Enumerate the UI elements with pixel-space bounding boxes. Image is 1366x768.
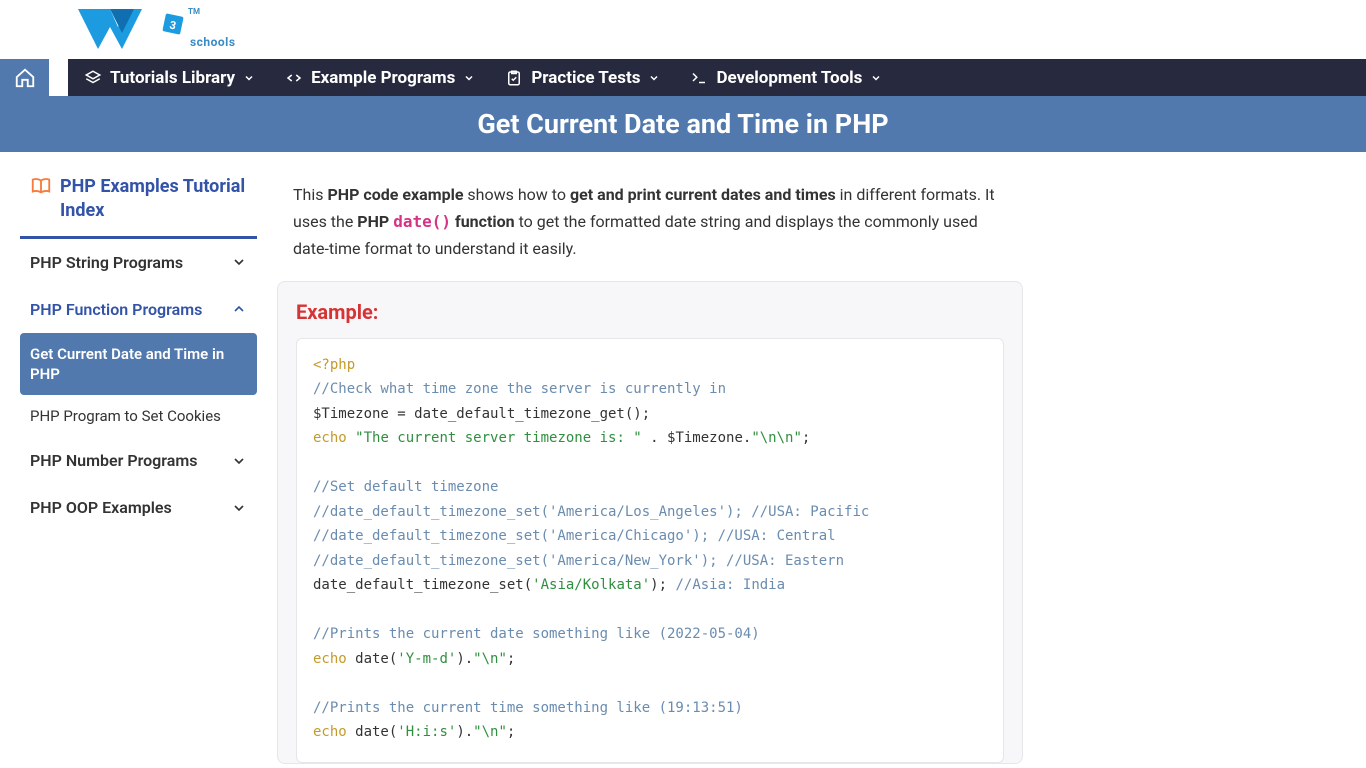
nav-practice-tests[interactable]: Practice Tests <box>505 68 660 88</box>
home-button[interactable] <box>0 59 49 96</box>
chevron-down-icon <box>243 72 255 84</box>
chevron-down-icon <box>231 453 247 469</box>
sidebar: PHP Examples Tutorial Index PHP String P… <box>20 171 257 531</box>
code-block[interactable]: <?php //Check what time zone the server … <box>296 338 1004 763</box>
chevron-down-icon <box>231 500 247 516</box>
brand-logo[interactable]: 3 TM schools <box>78 5 218 55</box>
chevron-up-icon <box>231 301 247 317</box>
main-content: This PHP code example shows how to get a… <box>277 171 1023 764</box>
inline-code-date-fn: date() <box>393 212 451 231</box>
sidebar-section-function-programs[interactable]: PHP Function Programs <box>20 286 257 333</box>
logo-mark-icon: 3 <box>78 5 188 55</box>
chevron-down-icon <box>648 72 660 84</box>
logo-trademark: TM <box>188 7 200 16</box>
sidebar-item-set-cookies[interactable]: PHP Program to Set Cookies <box>20 395 257 437</box>
nav-item-label: Example Programs <box>311 68 455 88</box>
layers-icon <box>84 69 102 87</box>
page-title: Get Current Date and Time in PHP <box>477 108 888 140</box>
sidebar-section-label: PHP Function Programs <box>30 300 202 319</box>
sidebar-item-get-current-date-time[interactable]: Get Current Date and Time in PHP <box>20 333 257 396</box>
sidebar-section-label: PHP OOP Examples <box>30 498 172 517</box>
sidebar-section-number-programs[interactable]: PHP Number Programs <box>20 437 257 484</box>
home-icon <box>14 67 36 89</box>
sidebar-section-label: PHP Number Programs <box>30 451 198 470</box>
nav-items: Tutorials Library Example Programs Pract… <box>68 59 1366 96</box>
sidebar-index-title[interactable]: PHP Examples Tutorial Index <box>20 171 257 239</box>
example-card: Example: <?php //Check what time zone th… <box>277 281 1023 764</box>
nav-tutorials-library[interactable]: Tutorials Library <box>84 68 255 88</box>
nav-example-programs[interactable]: Example Programs <box>285 68 475 88</box>
page-title-banner: Get Current Date and Time in PHP <box>0 96 1366 152</box>
chevron-down-icon <box>231 254 247 270</box>
chevron-down-icon <box>463 72 475 84</box>
example-heading: Example: <box>296 300 1004 324</box>
terminal-icon <box>690 69 708 87</box>
nav-item-label: Tutorials Library <box>110 68 235 88</box>
sidebar-subsection-function-programs: Get Current Date and Time in PHP PHP Pro… <box>20 333 257 438</box>
nav-item-label: Development Tools <box>716 68 862 88</box>
nav-development-tools[interactable]: Development Tools <box>690 68 882 88</box>
logo-row: 3 TM schools <box>0 0 1366 59</box>
nav-item-label: Practice Tests <box>531 68 640 88</box>
sidebar-section-oop-examples[interactable]: PHP OOP Examples <box>20 484 257 531</box>
clipboard-check-icon <box>505 69 523 87</box>
logo-suffix-text: schools <box>190 35 236 49</box>
chevron-down-icon <box>870 72 882 84</box>
book-open-icon <box>30 175 52 197</box>
main-nav: Tutorials Library Example Programs Pract… <box>0 59 1366 96</box>
sidebar-section-label: PHP String Programs <box>30 253 183 272</box>
sidebar-section-string-programs[interactable]: PHP String Programs <box>20 239 257 286</box>
intro-paragraph: This PHP code example shows how to get a… <box>277 171 1023 281</box>
code-icon <box>285 69 303 87</box>
